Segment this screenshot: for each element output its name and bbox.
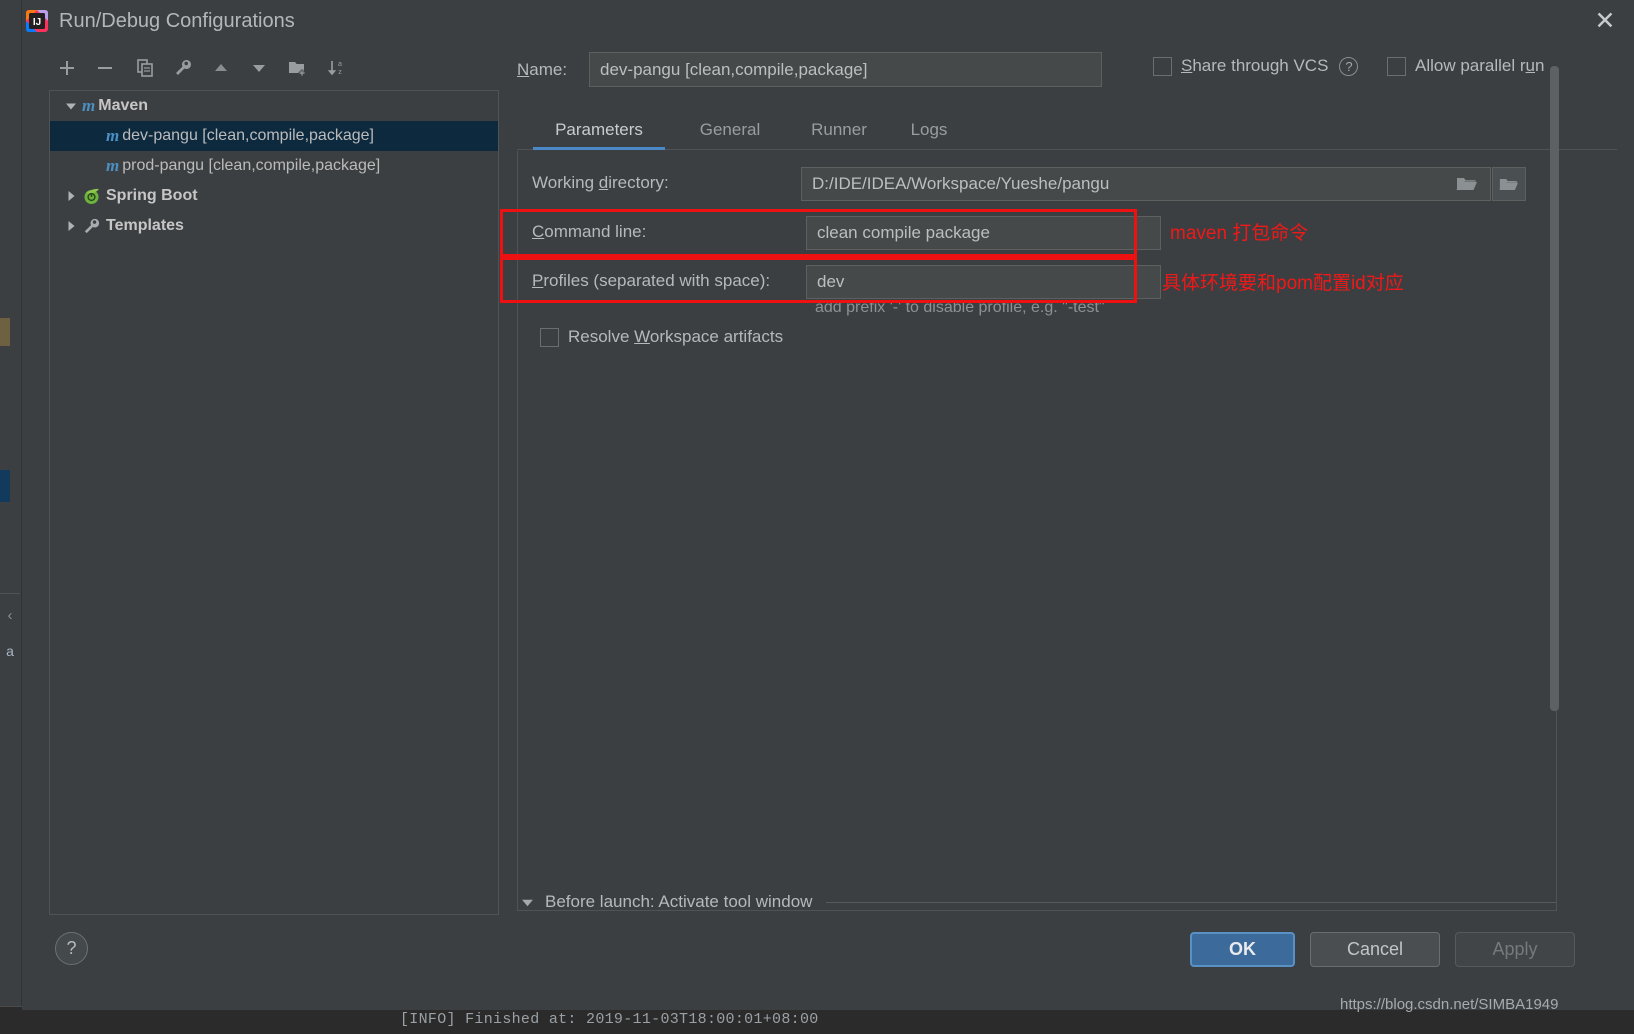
tree-node-label: Spring Boot (106, 187, 198, 204)
allow-parallel-run-checkbox[interactable] (1387, 56, 1406, 76)
run-debug-configurations-screen: ‹ a [INFO] Finished at: 2019-11-03T18:00… (0, 0, 1634, 1034)
share-vcs-label: Share through VCS (1181, 56, 1329, 75)
name-input[interactable] (589, 52, 1102, 87)
wrench-icon (82, 217, 101, 236)
maven-m-icon: m (82, 96, 96, 115)
before-launch-section[interactable]: Before launch: Activate tool window (517, 885, 1557, 919)
dialog-titlebar: IJ Run/Debug Configurations ✕ (22, 0, 1634, 44)
gutter-letter: a (6, 643, 14, 659)
gutter-marker-yellow (0, 318, 10, 346)
close-icon[interactable]: ✕ (1588, 6, 1622, 38)
intellij-idea-icon: IJ (25, 9, 49, 33)
folder-open-icon[interactable] (1456, 175, 1478, 198)
command-line-row: Command line: (518, 216, 1558, 250)
help-button[interactable]: ? (55, 932, 88, 965)
name-row: Name: Share through VCS ? Allow parallel… (517, 52, 1617, 92)
triangle-right-icon[interactable] (60, 211, 82, 241)
cancel-button[interactable]: Cancel (1310, 932, 1440, 967)
tree-node-label: dev-pangu [clean,compile,package] (122, 127, 374, 144)
tree-node-prod-pangu[interactable]: m prod-pangu [clean,compile,package] (50, 151, 498, 181)
move-up-button[interactable] (206, 52, 236, 84)
edit-templates-button[interactable] (168, 52, 198, 84)
ide-left-gutter (0, 0, 22, 1034)
ok-button[interactable]: OK (1190, 932, 1295, 967)
copy-configuration-button[interactable] (130, 52, 160, 84)
tree-node-label: Templates (106, 217, 184, 234)
svg-text:z: z (338, 69, 342, 76)
working-directory-row: Working directory: (518, 167, 1558, 201)
editor-tabs: Parameters General Runner Logs (517, 110, 1617, 150)
command-line-label: Command line: (532, 222, 647, 241)
allow-parallel-run-group: Allow parallel run (1387, 56, 1544, 76)
maven-m-icon: m (106, 156, 120, 175)
spring-boot-leaf-icon (82, 187, 101, 206)
help-icon[interactable]: ? (1339, 56, 1359, 76)
vertical-scrollbar-thumb[interactable] (1550, 66, 1559, 711)
working-directory-label: Working directory: (532, 173, 669, 192)
configurations-toolbar: a z (42, 52, 497, 86)
sort-button[interactable]: a z (322, 52, 352, 84)
gutter-divider (0, 593, 20, 594)
annotation-command-line-note: maven 打包命令 (1170, 223, 1309, 244)
annotation-profiles-note: 具体环境要和pom配置id对应 (1162, 273, 1404, 294)
tree-node-dev-pangu[interactable]: m dev-pangu [clean,compile,package] (50, 121, 498, 151)
working-directory-input[interactable] (801, 167, 1491, 201)
resolve-workspace-artifacts-row: Resolve Workspace artifacts (540, 327, 783, 347)
triangle-right-icon[interactable] (60, 181, 82, 211)
tree-node-spring-boot[interactable]: Spring Boot (50, 181, 498, 211)
configuration-editor-pane: Name: Share through VCS ? Allow parallel… (517, 52, 1617, 912)
tree-node-label: Maven (98, 97, 149, 114)
resolve-workspace-artifacts-checkbox[interactable] (540, 327, 559, 347)
tree-node-maven[interactable]: m Maven (50, 91, 498, 121)
share-vcs-group: Share through VCS ? (1153, 56, 1359, 76)
new-folder-button[interactable] (282, 52, 312, 84)
command-line-input[interactable] (806, 216, 1161, 250)
svg-text:IJ: IJ (33, 17, 41, 28)
gutter-marker-blue (0, 470, 10, 502)
tab-general[interactable]: General (680, 110, 780, 150)
maven-m-icon: m (106, 126, 120, 145)
before-launch-separator (826, 901, 1557, 903)
dialog-window: IJ Run/Debug Configurations ✕ a z m Mave… (22, 0, 1634, 1010)
remove-configuration-button[interactable] (90, 52, 120, 84)
console-log-line: [INFO] Finished at: 2019-11-03T18:00:01+… (400, 1011, 819, 1028)
collapse-chevron-icon[interactable]: ‹ (2, 604, 18, 628)
tab-logs[interactable]: Logs (898, 110, 960, 150)
insert-macro-button[interactable] (1492, 167, 1526, 201)
watermark-text: https://blog.csdn.net/SIMBA1949 (1340, 996, 1559, 1013)
tree-node-label: prod-pangu [clean,compile,package] (122, 157, 381, 174)
name-label: Name: (517, 60, 568, 79)
parameters-form: Working directory: D:/IDE/IDEA/Workspace… (517, 151, 1557, 911)
triangle-down-icon[interactable] (517, 892, 537, 912)
configurations-tree[interactable]: m Maven m dev-pangu [clean,compile,packa… (49, 90, 499, 915)
apply-button: Apply (1455, 932, 1575, 967)
tree-node-templates[interactable]: Templates (50, 211, 498, 241)
tab-parameters[interactable]: Parameters (533, 110, 665, 150)
share-vcs-checkbox[interactable] (1153, 56, 1172, 76)
profiles-hint: add prefix '-' to disable profile, e.g. … (815, 299, 1105, 316)
resolve-workspace-artifacts-label: Resolve Workspace artifacts (568, 327, 784, 346)
allow-parallel-run-label: Allow parallel run (1415, 56, 1545, 75)
profiles-input[interactable] (806, 265, 1161, 299)
add-configuration-button[interactable] (52, 52, 82, 84)
before-launch-label: Before launch: Activate tool window (545, 892, 813, 911)
triangle-down-icon[interactable] (60, 91, 82, 121)
move-down-button[interactable] (244, 52, 274, 84)
svg-text:a: a (338, 61, 342, 68)
dialog-title: Run/Debug Configurations (59, 10, 295, 32)
profiles-label: Profiles (separated with space): (532, 271, 771, 290)
tab-runner[interactable]: Runner (793, 110, 885, 150)
